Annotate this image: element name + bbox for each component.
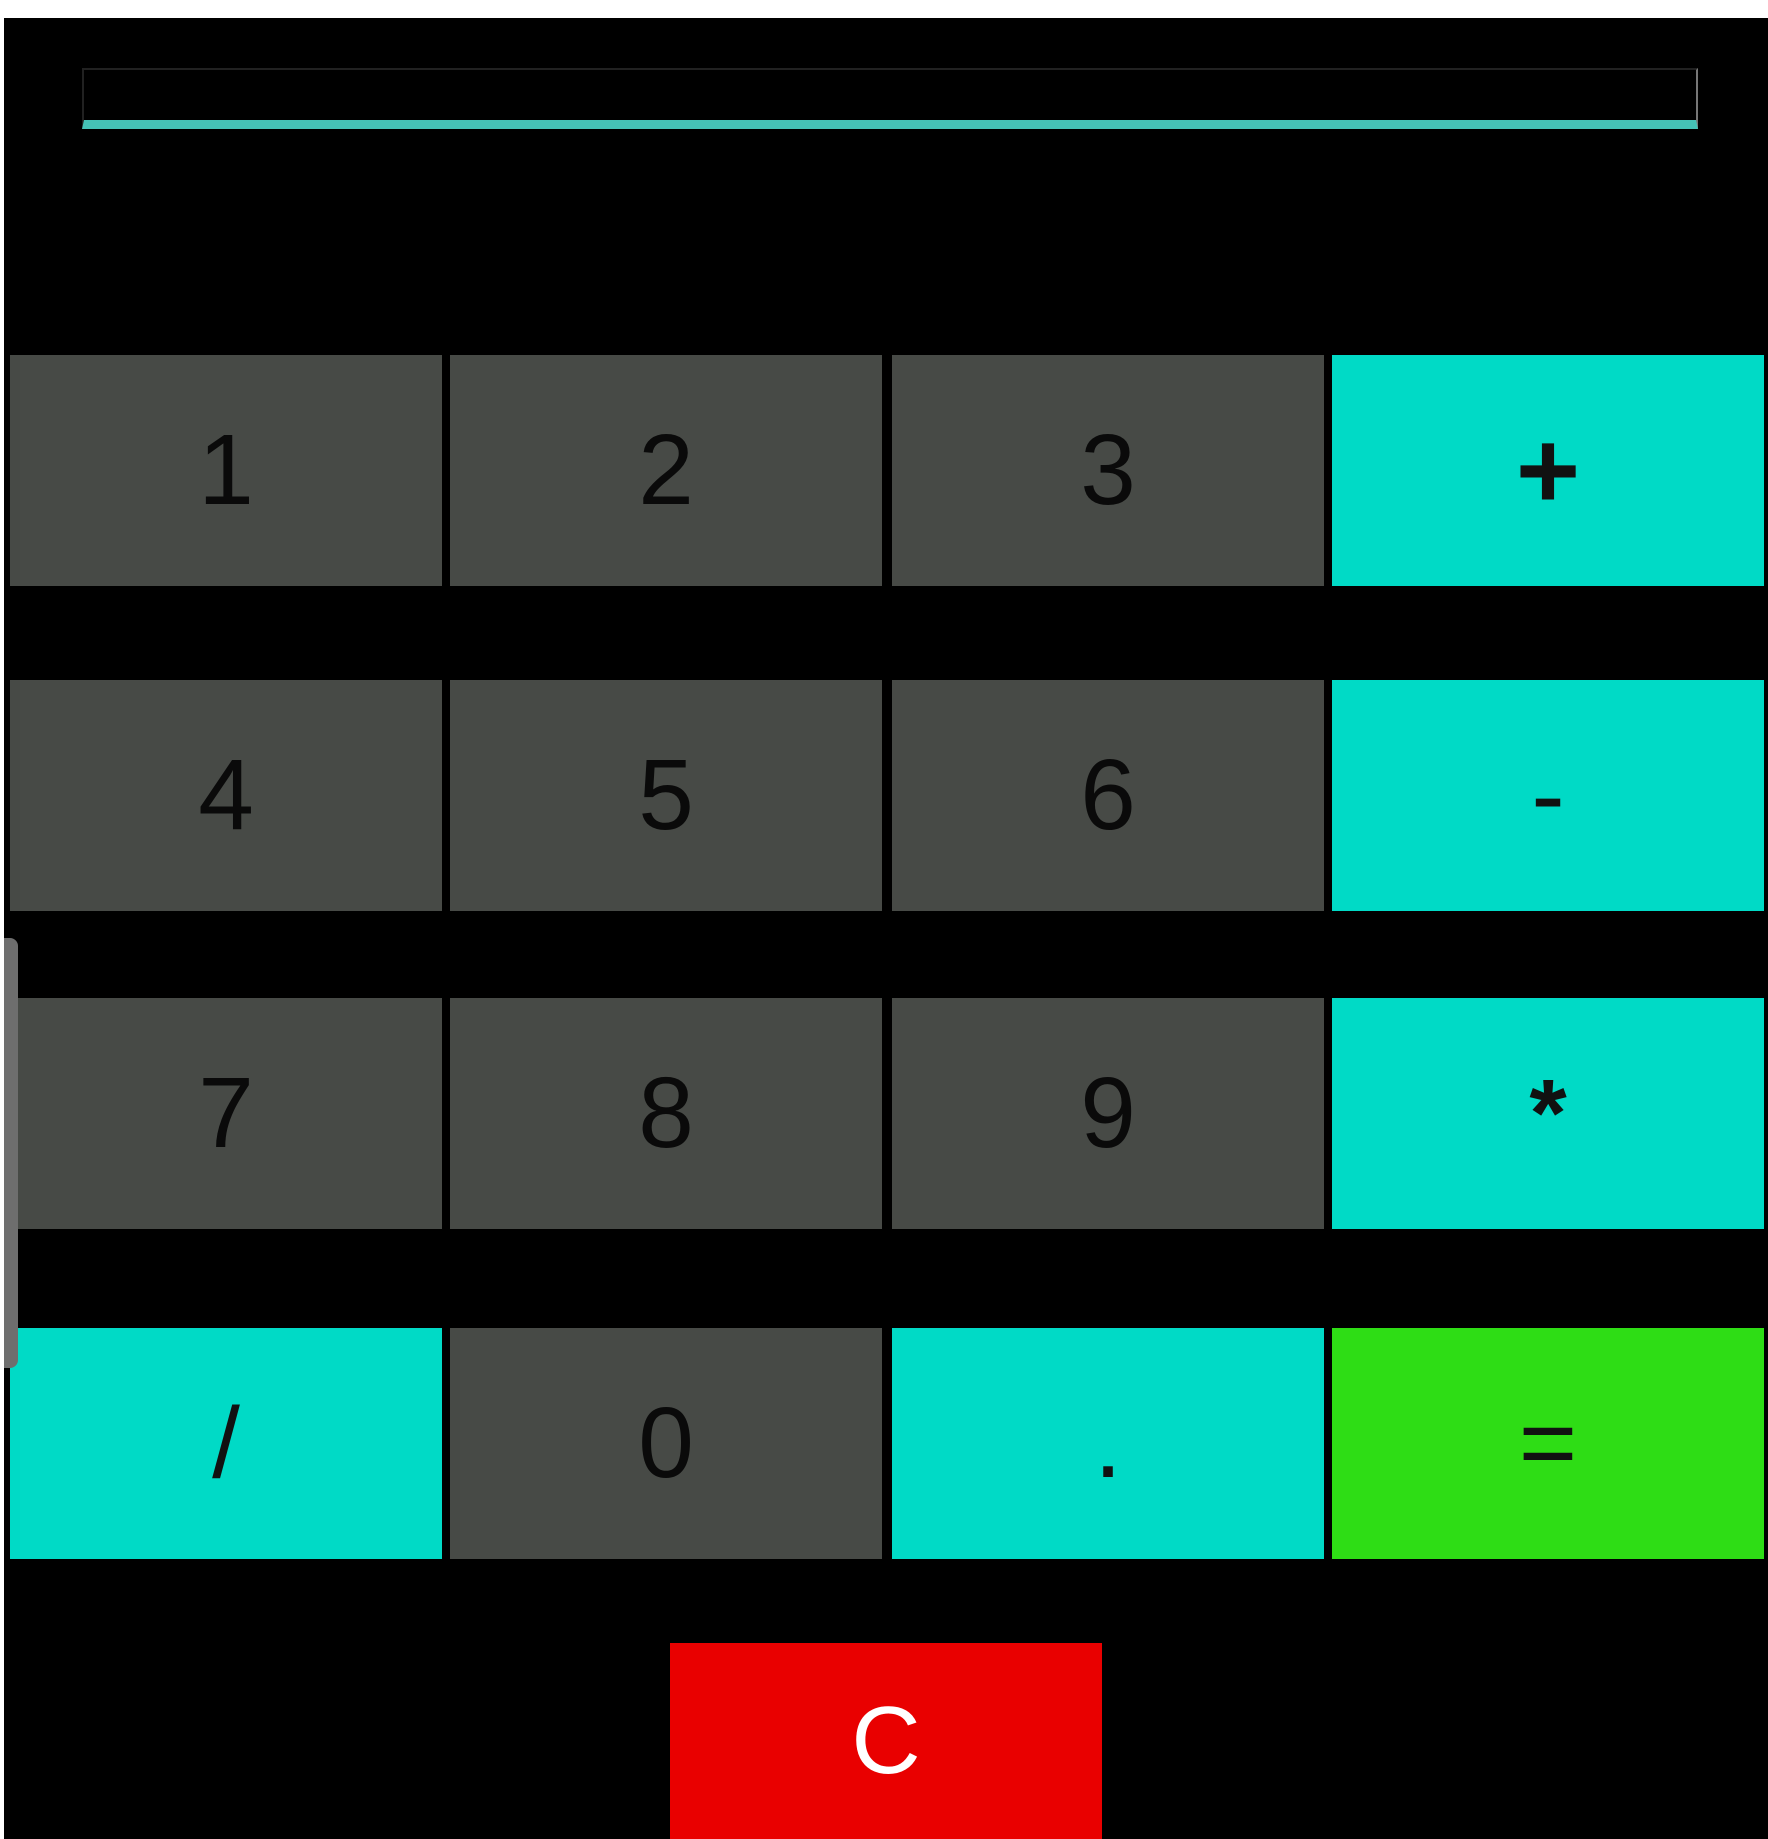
decimal-button[interactable]: . xyxy=(892,1328,1324,1559)
key-9[interactable]: 9 xyxy=(892,998,1324,1229)
key-0[interactable]: 0 xyxy=(450,1328,882,1559)
edge-handle[interactable] xyxy=(4,938,18,1368)
key-8[interactable]: 8 xyxy=(450,998,882,1229)
add-button[interactable]: + xyxy=(1332,355,1764,586)
key-3[interactable]: 3 xyxy=(892,355,1324,586)
key-4[interactable]: 4 xyxy=(10,680,442,911)
calculator-screen: 1 2 3 + 4 5 6 - 7 8 9 * / 0 . = C xyxy=(4,18,1768,1839)
key-1[interactable]: 1 xyxy=(10,355,442,586)
divide-button[interactable]: / xyxy=(10,1328,442,1559)
display-input[interactable] xyxy=(82,68,1698,129)
multiply-button[interactable]: * xyxy=(1332,998,1764,1229)
key-6[interactable]: 6 xyxy=(892,680,1324,911)
key-7[interactable]: 7 xyxy=(10,998,442,1229)
key-2[interactable]: 2 xyxy=(450,355,882,586)
subtract-button[interactable]: - xyxy=(1332,680,1764,911)
key-5[interactable]: 5 xyxy=(450,680,882,911)
clear-button[interactable]: C xyxy=(670,1643,1102,1839)
equals-button[interactable]: = xyxy=(1332,1328,1764,1559)
